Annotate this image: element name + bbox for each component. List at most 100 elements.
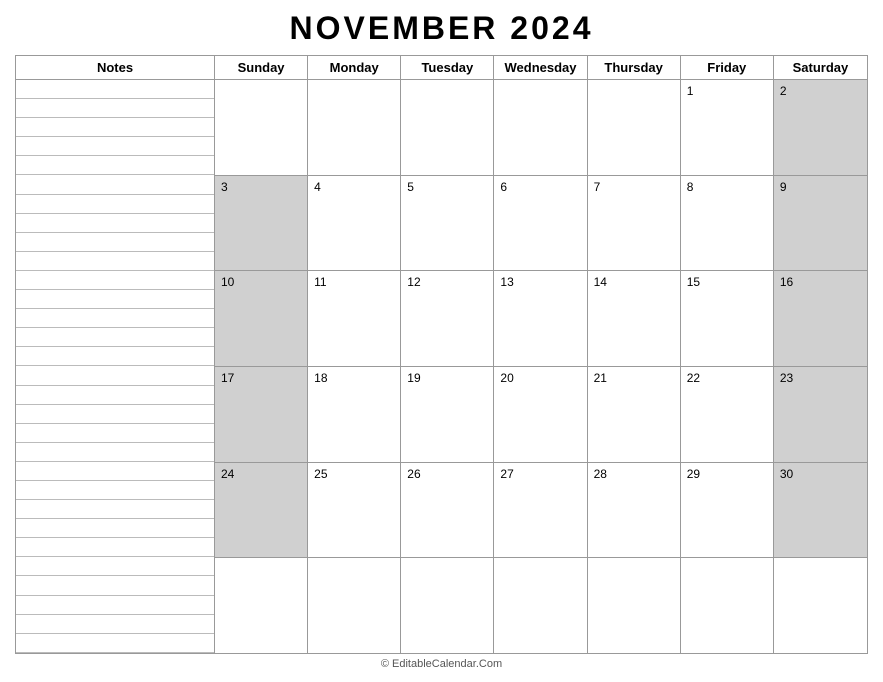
calendar-cell[interactable]: 27 — [494, 463, 587, 558]
notes-line — [16, 156, 214, 175]
calendar-cell[interactable]: 21 — [588, 367, 681, 462]
calendar-cell[interactable]: 25 — [308, 463, 401, 558]
notes-line — [16, 576, 214, 595]
day-header-thursday: Thursday — [588, 56, 681, 79]
day-number: 4 — [314, 180, 394, 194]
calendar-cell[interactable]: 16 — [774, 271, 867, 366]
calendar-cell[interactable]: 29 — [681, 463, 774, 558]
calendar-row: 24 25 26 27 28 29 30 — [215, 463, 867, 559]
calendar-row: 10 11 12 13 14 15 16 — [215, 271, 867, 367]
notes-line — [16, 443, 214, 462]
calendar-cell[interactable] — [681, 558, 774, 653]
notes-line — [16, 80, 214, 99]
day-number: 2 — [780, 84, 861, 98]
notes-line — [16, 252, 214, 271]
calendar-cell[interactable] — [774, 558, 867, 653]
notes-line — [16, 481, 214, 500]
calendar-cell[interactable] — [494, 80, 587, 175]
calendar-cell[interactable]: 20 — [494, 367, 587, 462]
calendar-cell[interactable]: 9 — [774, 176, 867, 271]
notes-header: Notes — [16, 56, 214, 80]
day-header-wednesday: Wednesday — [494, 56, 587, 79]
notes-line — [16, 557, 214, 576]
calendar-cell[interactable]: 2 — [774, 80, 867, 175]
calendar-cell[interactable]: 26 — [401, 463, 494, 558]
notes-line — [16, 99, 214, 118]
calendar-cell[interactable]: 13 — [494, 271, 587, 366]
calendar-cell[interactable]: 12 — [401, 271, 494, 366]
notes-line — [16, 462, 214, 481]
calendar-cell[interactable]: 6 — [494, 176, 587, 271]
notes-line — [16, 538, 214, 557]
calendar-row: 3456789 — [215, 176, 867, 272]
calendar-cell[interactable] — [494, 558, 587, 653]
calendar-cell[interactable]: 1 — [681, 80, 774, 175]
day-number: 14 — [594, 275, 674, 289]
page-title: NOVEMBER 2024 — [15, 10, 868, 47]
day-number: 1 — [687, 84, 767, 98]
day-number: 24 — [221, 467, 301, 481]
calendar-cell[interactable] — [215, 558, 308, 653]
notes-lines — [16, 80, 214, 653]
calendar-cell[interactable] — [401, 558, 494, 653]
calendar-cell[interactable] — [308, 80, 401, 175]
calendar-cell[interactable]: 10 — [215, 271, 308, 366]
calendar-cell[interactable] — [588, 558, 681, 653]
day-number: 16 — [780, 275, 861, 289]
day-number: 25 — [314, 467, 394, 481]
notes-line — [16, 175, 214, 194]
day-number: 3 — [221, 180, 301, 194]
calendar-cell[interactable] — [588, 80, 681, 175]
calendar-cell[interactable]: 19 — [401, 367, 494, 462]
calendar-section: SundayMondayTuesdayWednesdayThursdayFrid… — [215, 55, 868, 654]
calendar-cell[interactable]: 7 — [588, 176, 681, 271]
notes-section: Notes — [15, 55, 215, 654]
notes-line — [16, 328, 214, 347]
notes-line — [16, 424, 214, 443]
calendar-cell[interactable]: 8 — [681, 176, 774, 271]
notes-line — [16, 309, 214, 328]
notes-line — [16, 214, 214, 233]
notes-line — [16, 596, 214, 615]
day-number: 27 — [500, 467, 580, 481]
day-number: 7 — [594, 180, 674, 194]
notes-line — [16, 271, 214, 290]
calendar-cell[interactable]: 14 — [588, 271, 681, 366]
day-header-tuesday: Tuesday — [401, 56, 494, 79]
footer: © EditableCalendar.Com — [15, 654, 868, 672]
notes-line — [16, 615, 214, 634]
calendar-cell[interactable]: 23 — [774, 367, 867, 462]
notes-line — [16, 290, 214, 309]
day-number: 29 — [687, 467, 767, 481]
day-number: 11 — [314, 275, 394, 289]
calendar-cell[interactable]: 15 — [681, 271, 774, 366]
day-number: 17 — [221, 371, 301, 385]
notes-line — [16, 634, 214, 653]
notes-line — [16, 233, 214, 252]
calendar-cell[interactable]: 18 — [308, 367, 401, 462]
day-number: 12 — [407, 275, 487, 289]
calendar-grid: 1234567891011121314151617181920212223242… — [215, 80, 867, 653]
notes-line — [16, 386, 214, 405]
calendar-row: 17 18 192021 22 23 — [215, 367, 867, 463]
calendar-cell[interactable]: 3 — [215, 176, 308, 271]
calendar-cell[interactable]: 28 — [588, 463, 681, 558]
calendar-cell[interactable]: 5 — [401, 176, 494, 271]
notes-line — [16, 118, 214, 137]
calendar-cell[interactable] — [215, 80, 308, 175]
calendar-cell[interactable]: 22 — [681, 367, 774, 462]
calendar-cell[interactable]: 11 — [308, 271, 401, 366]
day-number: 26 — [407, 467, 487, 481]
day-number: 8 — [687, 180, 767, 194]
day-number: 18 — [314, 371, 394, 385]
day-number: 28 — [594, 467, 674, 481]
calendar-cell[interactable] — [401, 80, 494, 175]
calendar-row: 12 — [215, 80, 867, 176]
calendar-cell[interactable]: 17 — [215, 367, 308, 462]
calendar-cell[interactable] — [308, 558, 401, 653]
calendar-cell[interactable]: 4 — [308, 176, 401, 271]
calendar-cell[interactable]: 24 — [215, 463, 308, 558]
calendar-cell[interactable]: 30 — [774, 463, 867, 558]
day-number: 22 — [687, 371, 767, 385]
day-header-monday: Monday — [308, 56, 401, 79]
